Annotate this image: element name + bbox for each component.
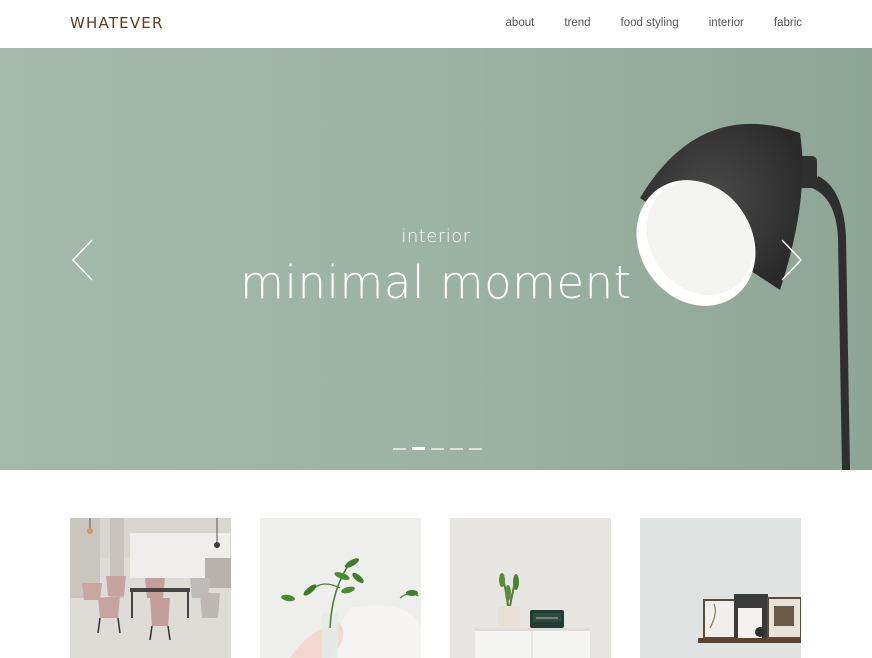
chevron-right-icon [781, 239, 803, 281]
hero-slider: interior minimal moment [0, 48, 872, 470]
thumbnail-cabinet[interactable] [450, 518, 611, 658]
hero-subtitle: interior [401, 226, 471, 247]
main-nav: about trend food styling interior fabric [506, 17, 802, 29]
thumbnail-grid [70, 518, 801, 658]
slider-prev-button[interactable] [70, 238, 96, 282]
slider-dot-4[interactable] [450, 448, 463, 450]
slider-dot-3[interactable] [431, 448, 444, 450]
slider-pagination [393, 447, 482, 450]
thumbnail-dining-room[interactable] [70, 518, 231, 658]
thumbnail-shelf[interactable] [640, 518, 801, 658]
site-header: WHATEVER about trend food styling interi… [0, 0, 872, 48]
nav-item-interior[interactable]: interior [709, 17, 744, 29]
nav-item-fabric[interactable]: fabric [774, 17, 802, 29]
slider-next-button[interactable] [778, 238, 804, 282]
slider-dot-1[interactable] [393, 448, 406, 450]
thumbnail-image [640, 518, 801, 658]
slider-dot-5[interactable] [469, 448, 482, 450]
thumbnail-image [260, 518, 421, 658]
chevron-left-icon [71, 239, 93, 281]
thumbnail-image [70, 518, 231, 658]
nav-item-food-styling[interactable]: food styling [621, 17, 679, 29]
nav-item-about[interactable]: about [506, 17, 535, 29]
slider-dot-2[interactable] [412, 447, 425, 450]
site-logo[interactable]: WHATEVER [70, 14, 164, 32]
thumbnail-plant-vase[interactable] [260, 518, 421, 658]
thumbnail-image [450, 518, 611, 658]
hero-title: minimal moment [240, 256, 632, 309]
nav-item-trend[interactable]: trend [564, 17, 590, 29]
